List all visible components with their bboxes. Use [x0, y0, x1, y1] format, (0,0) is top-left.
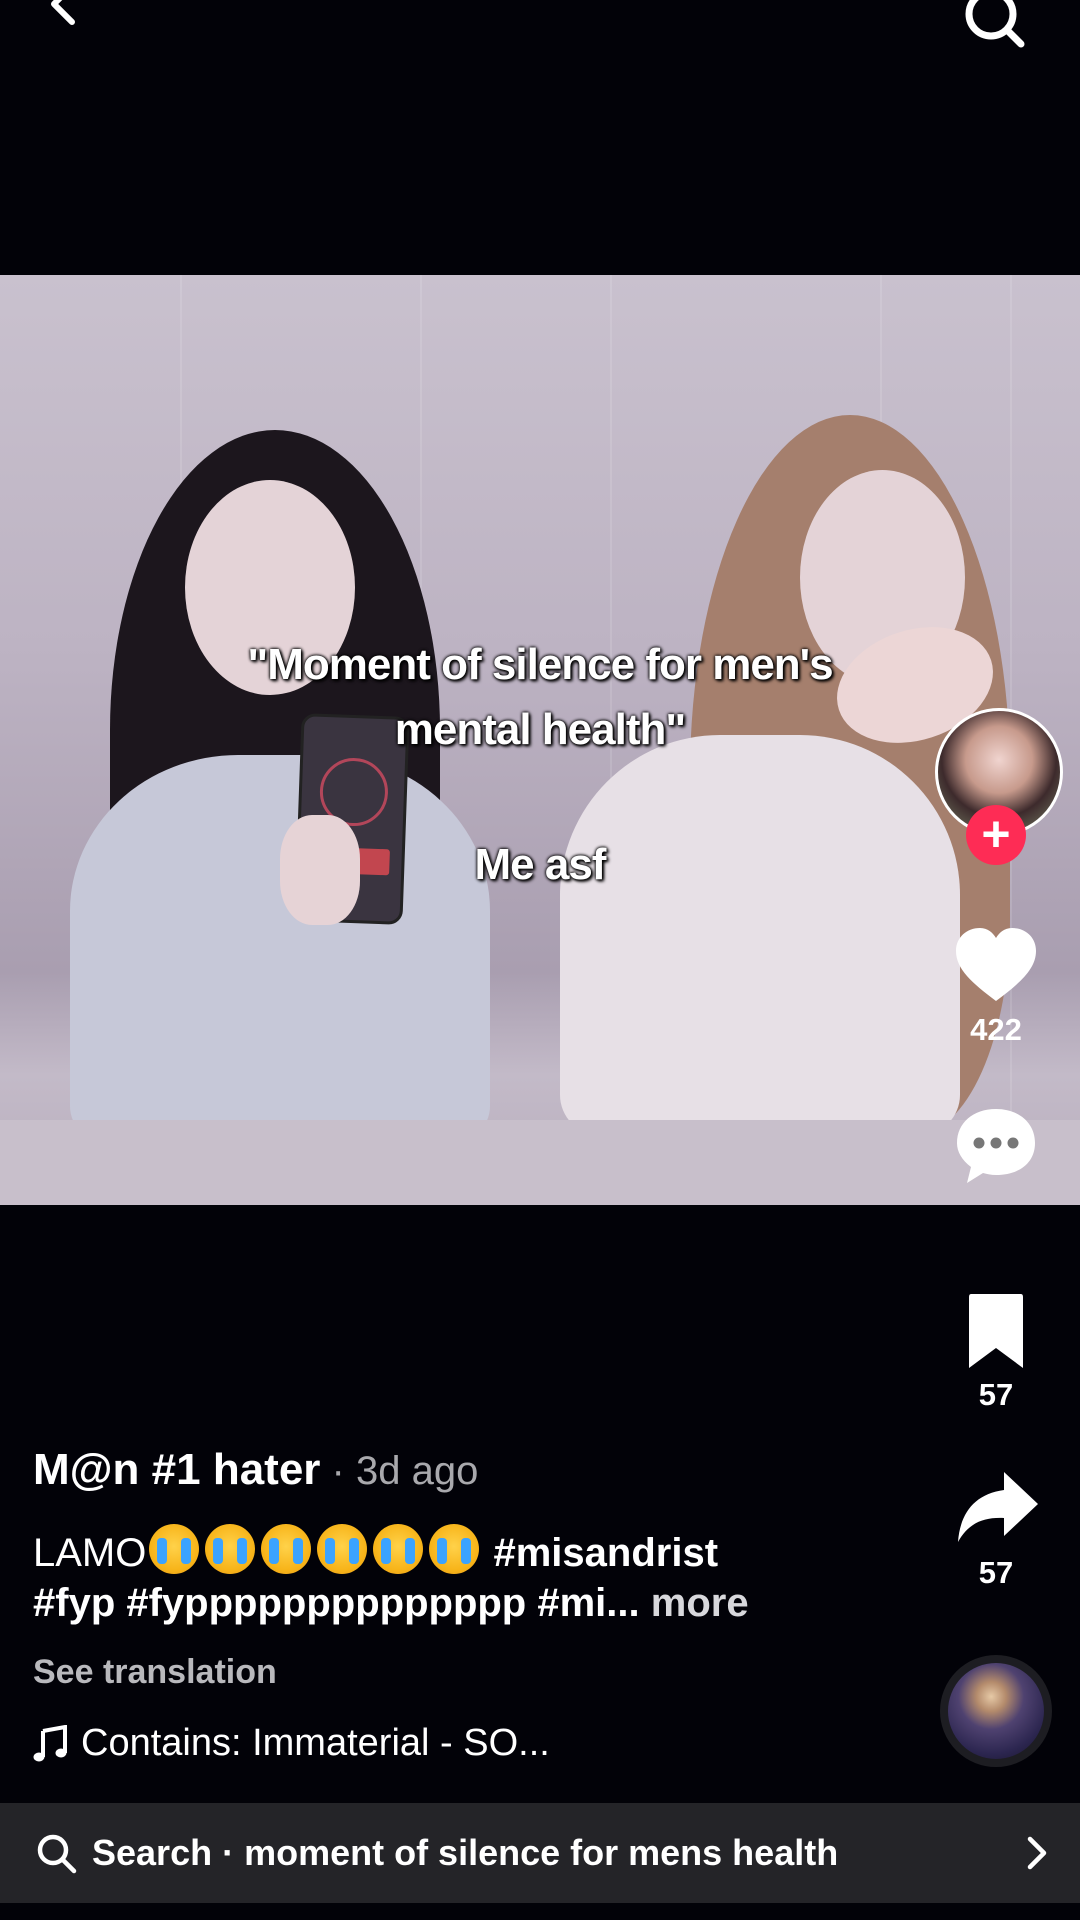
video-caption-line3: Me asf	[474, 840, 607, 889]
search-button[interactable]	[955, 0, 1035, 58]
author-line: M@n #1 hater · 3d ago	[33, 1445, 478, 1495]
search-icon	[965, 0, 1025, 48]
comment-button[interactable]	[953, 1105, 1039, 1185]
music-info[interactable]: Contains: Immaterial - SO...	[33, 1722, 550, 1765]
save-button[interactable]	[965, 1290, 1027, 1372]
hashtag-misandrist[interactable]: #misandrist	[493, 1531, 718, 1575]
save-count: 57	[978, 1377, 1014, 1412]
plus-icon: +	[981, 806, 1011, 862]
heart-icon	[956, 928, 1036, 1001]
like-button[interactable]	[952, 925, 1040, 1005]
like-count: 422	[970, 1012, 1022, 1047]
left-person-body	[70, 755, 490, 1145]
search-suggestion-text: Search · moment of silence for mens heal…	[92, 1832, 839, 1873]
search-suggestion-bar[interactable]: Search · moment of silence for mens heal…	[0, 1803, 1080, 1903]
music-note-icon	[33, 1724, 67, 1761]
search-icon	[37, 1834, 77, 1874]
share-button[interactable]	[954, 1468, 1040, 1548]
follow-button[interactable]: +	[966, 805, 1026, 865]
post-description[interactable]: LAMO #misandrist #fyp #fypppppppppppppp …	[33, 1524, 893, 1628]
back-button[interactable]	[30, 0, 100, 50]
table	[0, 1120, 1080, 1205]
crying-emoji	[149, 1524, 200, 1574]
hashtags-line2[interactable]: #fyp #fypppppppppppppp #mi...	[33, 1581, 640, 1625]
video-player[interactable]: "Moment of silence for men's mental heal…	[0, 275, 1080, 1205]
share-icon	[958, 1472, 1038, 1542]
comment-icon	[957, 1109, 1035, 1183]
share-count: 57	[978, 1555, 1014, 1590]
right-person-body	[560, 735, 960, 1135]
music-disc[interactable]	[940, 1655, 1052, 1767]
see-translation-button[interactable]: See translation	[33, 1653, 277, 1692]
author-name[interactable]: M@n #1 hater	[33, 1445, 320, 1494]
crying-emoji	[261, 1524, 312, 1574]
more-button[interactable]: more	[651, 1581, 749, 1625]
post-time: · 3d ago	[320, 1449, 479, 1493]
crying-emoji	[429, 1524, 480, 1574]
crying-emoji	[205, 1524, 256, 1574]
crying-emoji	[317, 1524, 368, 1574]
crying-emoji	[373, 1524, 424, 1574]
video-caption-line2: mental health"	[394, 705, 686, 754]
bookmark-icon	[969, 1294, 1023, 1368]
video-caption-line1: "Moment of silence for men's	[247, 640, 833, 689]
back-icon	[51, 0, 75, 25]
chevron-right-icon	[1027, 1836, 1047, 1870]
music-title: Contains: Immaterial - SO...	[81, 1722, 550, 1764]
description-text: LAMO	[33, 1531, 147, 1575]
